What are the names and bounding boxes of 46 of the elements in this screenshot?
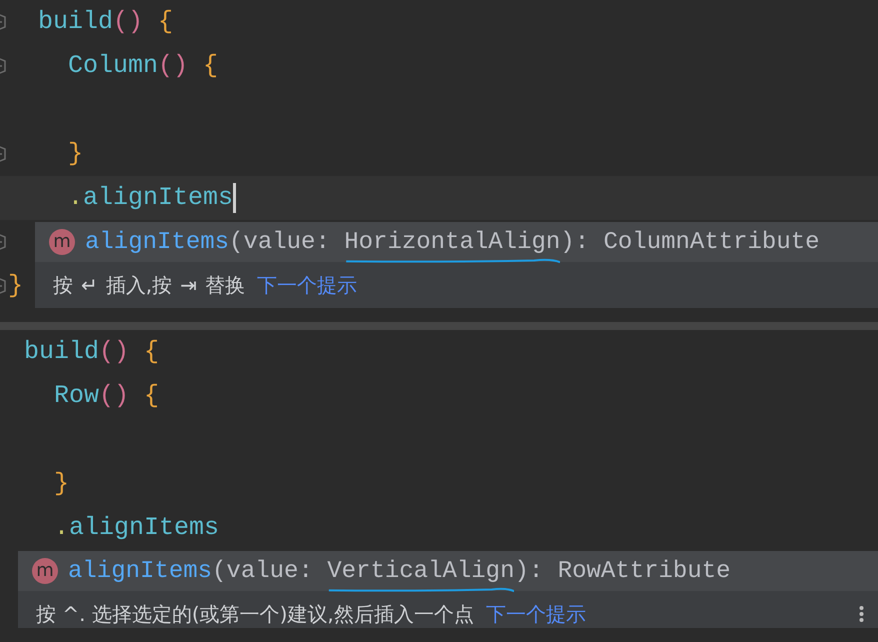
more-icon[interactable] [859,605,864,623]
fold-marker-icon[interactable] [0,58,7,74]
code-token: . [67,182,84,214]
code-token: () [113,6,144,38]
method-name: alignItems [68,558,212,584]
fold-marker-icon[interactable] [0,14,7,30]
method-signature: (value: [229,228,331,256]
code-token: { [202,50,218,82]
completion-item[interactable]: m alignItems(value: VerticalAlign): RowAttribute [18,551,878,591]
code-token: () [99,380,130,412]
next-tip-link[interactable]: 下一个提示 [256,270,357,300]
hint-text: 替换 [204,272,245,299]
code-token: alignItems [69,512,220,544]
return-type: ): RowAttribute [514,558,731,584]
method-icon: m [49,229,75,255]
code-token: } [67,138,84,170]
code-token: . [53,512,70,544]
fold-marker-icon[interactable] [0,234,7,250]
code-token: Column [67,50,158,82]
next-tip-link[interactable]: 下一个提示 [486,599,586,628]
return-type: ): ColumnAttribute [560,228,820,256]
text-cursor [233,183,236,213]
code-token: } [8,270,24,302]
code-token: build [37,6,114,38]
code-token: { [143,336,160,368]
code-token: () [158,50,188,82]
completion-item[interactable]: m alignItems(value: HorizontalAlign): ColumnAttribute [35,222,878,262]
method-icon: m [32,558,58,584]
parameter-type: HorizontalAlign [344,228,560,256]
method-name: alignItems [85,228,230,256]
hint-text: 插入,按 [106,272,172,299]
hint-text: 按 ^. 选择选定的(或第一个)建议,然后插入一个点 [36,601,474,628]
code-token: build [24,336,100,368]
code-token: alignItems [83,182,234,214]
code-token: Row [53,380,100,412]
parameter-type: VerticalAlign [327,558,514,584]
fold-marker-icon[interactable] [0,146,7,162]
code-token: { [143,380,160,412]
key-icon: ↵ [81,270,98,300]
fold-marker-icon[interactable] [0,278,7,294]
code-token: { [157,6,174,38]
method-signature: (value: [212,558,314,584]
key-icon: ⇥ [180,270,197,300]
code-token: } [53,468,70,500]
hint-text: 按 [53,272,73,299]
code-token: () [99,336,130,368]
